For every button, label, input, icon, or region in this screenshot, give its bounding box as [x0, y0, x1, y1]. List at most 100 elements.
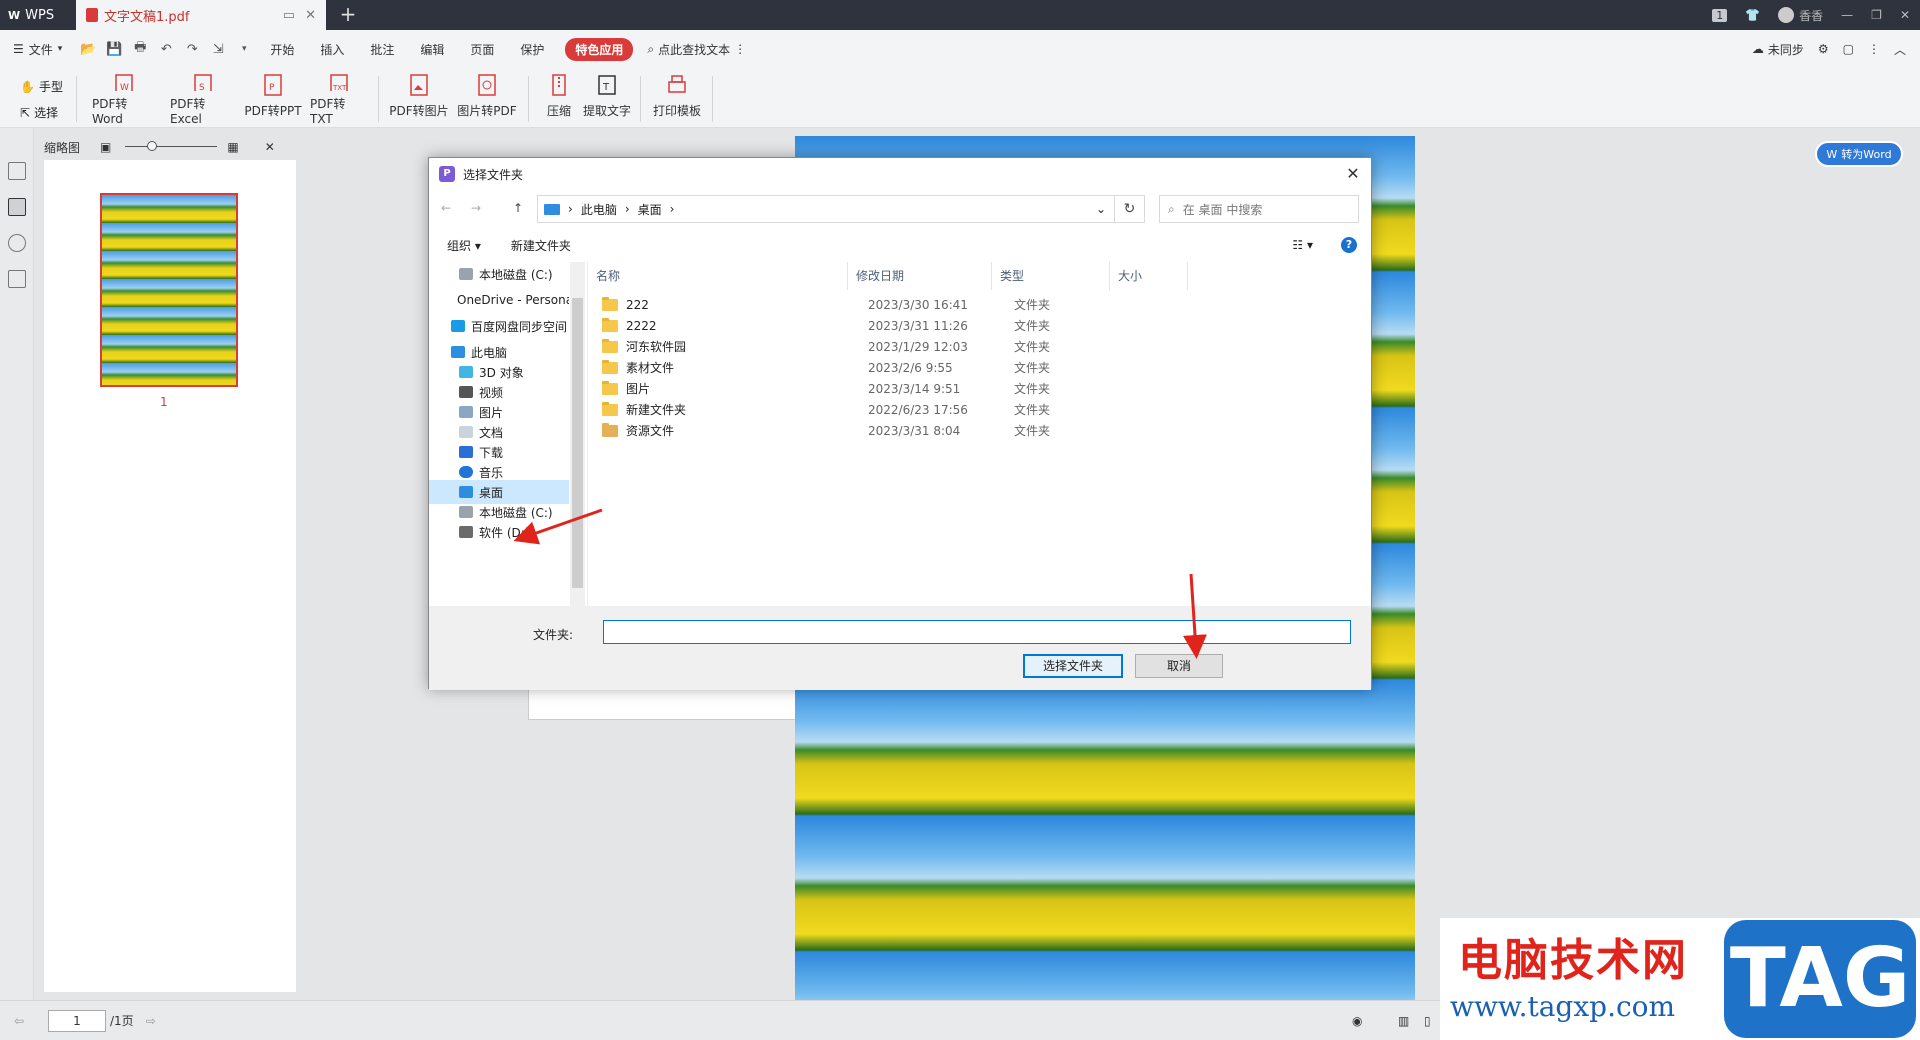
menu-start[interactable]: 开始	[257, 41, 307, 58]
nav-item-software-d[interactable]: 软件 (D:)	[429, 520, 569, 544]
pdf-to-excel-button[interactable]: S PDF转Excel	[170, 74, 236, 126]
sync-status[interactable]: ☁ 未同步	[1752, 41, 1804, 58]
save-icon[interactable]: 💾	[106, 41, 122, 57]
pdf-to-image-label: PDF转图片	[389, 104, 449, 118]
open-icon[interactable]: 📂	[80, 41, 96, 57]
address-bar[interactable]: › 此电脑 › 桌面 › ⌄	[537, 195, 1115, 223]
document-tab[interactable]: 文字文稿1.pdf ▭ ✕	[76, 0, 326, 30]
file-row[interactable]: 2222 2023/3/31 11:26 文件夹	[602, 315, 1062, 336]
attachment-icon[interactable]	[8, 270, 26, 288]
redo-icon[interactable]: ↷	[184, 41, 200, 57]
cancel-button[interactable]: 取消	[1135, 654, 1223, 678]
select-tool[interactable]: ⇱ 选择	[20, 104, 58, 121]
user-account[interactable]: 香香	[1778, 7, 1823, 24]
refresh-icon[interactable]: ↻	[1115, 195, 1145, 223]
toolbar-divider	[378, 76, 379, 122]
compress-button[interactable]: 压缩	[540, 74, 578, 126]
file-name: 河东软件园	[626, 340, 687, 354]
pdf-to-ppt-button[interactable]: P PDF转PPT	[244, 74, 302, 126]
image-to-pdf-button[interactable]: 图片转PDF	[456, 74, 518, 126]
eye-icon[interactable]: ◉	[1352, 1014, 1362, 1028]
zoom-slider[interactable]	[125, 141, 218, 153]
file-row[interactable]: 资源文件 2023/3/31 8:04 文件夹	[602, 420, 1062, 441]
comment-icon[interactable]: ▢	[1843, 42, 1854, 56]
column-header-size[interactable]: 大小	[1110, 262, 1188, 290]
avatar	[1778, 7, 1795, 23]
column-header-name[interactable]: 名称	[588, 262, 848, 290]
nav-item-baidu-sync[interactable]: 百度网盘同步空间	[429, 314, 569, 338]
file-row[interactable]: 河东软件园 2023/1/29 12:03 文件夹	[602, 336, 1062, 357]
extract-text-button[interactable]: T 提取文字	[582, 74, 632, 126]
folder-input[interactable]	[603, 620, 1351, 644]
file-row[interactable]: 图片 2023/3/14 9:51 文件夹	[602, 378, 1062, 399]
watermark-tag-logo: TAG	[1724, 920, 1916, 1038]
nav-item-local-disk-c[interactable]: 本地磁盘 (C:)	[429, 262, 569, 286]
settings-gear-icon[interactable]: ⚙	[1818, 42, 1829, 56]
dialog-close-icon[interactable]: ✕	[1343, 164, 1363, 184]
new-tab-button[interactable]: +	[336, 3, 360, 27]
pdf-to-image-button[interactable]: PDF转图片	[388, 74, 450, 126]
annotation-icon[interactable]	[8, 234, 26, 252]
more-chevron-icon[interactable]: ▾	[236, 41, 252, 57]
menu-comment[interactable]: 批注	[357, 41, 407, 58]
page-thumbnail[interactable]	[100, 193, 238, 387]
large-thumb-icon[interactable]: ▦	[227, 140, 238, 154]
tab-close-icon[interactable]: ✕	[305, 8, 316, 23]
skin-icon[interactable]: 👕	[1745, 8, 1760, 22]
file-name: 2222	[626, 318, 657, 333]
file-row[interactable]: 素材文件 2023/2/6 9:55 文件夹	[602, 357, 1062, 378]
new-folder-button[interactable]: 新建文件夹	[511, 237, 571, 254]
column-header-type[interactable]: 类型	[992, 262, 1110, 290]
wps-home-tab[interactable]: W WPS	[0, 0, 74, 30]
search-icon: ⌕	[647, 41, 655, 56]
menu-edit[interactable]: 编辑	[407, 41, 457, 58]
file-row[interactable]: 新建文件夹 2022/6/23 17:56 文件夹	[602, 399, 1062, 420]
restore-icon[interactable]: ❐	[1871, 8, 1882, 22]
print-icon[interactable]: 🖶	[132, 40, 148, 57]
up-arrow-icon[interactable]: ↑	[513, 201, 523, 215]
pdf-to-word-button[interactable]: W PDF转Word	[92, 74, 156, 126]
forward-arrow-icon[interactable]: →	[471, 201, 481, 215]
prev-page-icon[interactable]: ⇦	[14, 1014, 24, 1028]
print-template-button[interactable]: 打印模板	[650, 74, 704, 126]
close-icon[interactable]: ✕	[1900, 8, 1910, 22]
next-page-icon[interactable]: ⇨	[146, 1014, 156, 1028]
file-menu[interactable]: ☰ 文件 ▾	[0, 41, 75, 58]
thumbnail-panel-icon[interactable]	[8, 198, 26, 216]
breadcrumb-this-pc[interactable]: 此电脑	[581, 201, 617, 218]
more-icon[interactable]: ⋮	[1868, 42, 1880, 56]
minimize-icon[interactable]: —	[1841, 8, 1853, 22]
file-row[interactable]: 222 2023/3/30 16:41 文件夹	[602, 294, 1062, 315]
address-dropdown-icon[interactable]: ⌄	[1096, 202, 1106, 216]
nav-scrollbar-thumb[interactable]	[572, 298, 583, 588]
breadcrumb-desktop[interactable]: 桌面	[638, 201, 662, 218]
select-folder-button[interactable]: 选择文件夹	[1023, 654, 1123, 678]
zoom-slider-handle[interactable]	[147, 141, 158, 151]
export-icon[interactable]: ⇲	[210, 41, 226, 57]
column-header-date[interactable]: 修改日期	[848, 262, 992, 290]
menu-page[interactable]: 页面	[457, 41, 507, 58]
menu-insert[interactable]: 插入	[307, 41, 357, 58]
undo-icon[interactable]: ↶	[158, 41, 174, 57]
small-thumb-icon[interactable]: ▣	[100, 140, 111, 154]
help-icon[interactable]: ?	[1341, 237, 1357, 253]
menu-protect[interactable]: 保护	[507, 41, 557, 58]
menu-special-apps[interactable]: 特色应用	[565, 37, 634, 61]
search-input[interactable]: ⌕ 在 桌面 中搜索	[1159, 195, 1359, 223]
page-number-input[interactable]: 1	[48, 1009, 106, 1032]
view-options-icon[interactable]: ☷ ▾	[1292, 238, 1313, 252]
organize-button[interactable]: 组织 ▾	[447, 237, 481, 254]
convert-to-word-button[interactable]: W 转为Word	[1815, 141, 1903, 167]
ribbon-toolbar: ✋ 手型 ⇱ 选择 W PDF转Word S PDF转Excel P PDF转P…	[0, 68, 1920, 128]
search-text[interactable]: ⌕ 点此查找文本 ⋮	[647, 41, 746, 58]
nav-item-onedrive[interactable]: OneDrive - Personal	[429, 288, 569, 312]
dual-page-icon[interactable]: ▥	[1398, 1014, 1409, 1028]
tab-window-icon[interactable]: ▭	[283, 8, 295, 23]
close-pane-icon[interactable]: ✕	[265, 140, 275, 154]
collapse-ribbon-icon[interactable]: ︿	[1894, 41, 1906, 58]
single-page-icon[interactable]: ▯	[1424, 1014, 1431, 1028]
pdf-to-txt-button[interactable]: TXT PDF转TXT	[310, 74, 368, 126]
hand-tool[interactable]: ✋ 手型	[20, 78, 63, 95]
outline-icon[interactable]	[8, 162, 26, 180]
back-arrow-icon[interactable]: ←	[441, 201, 451, 215]
